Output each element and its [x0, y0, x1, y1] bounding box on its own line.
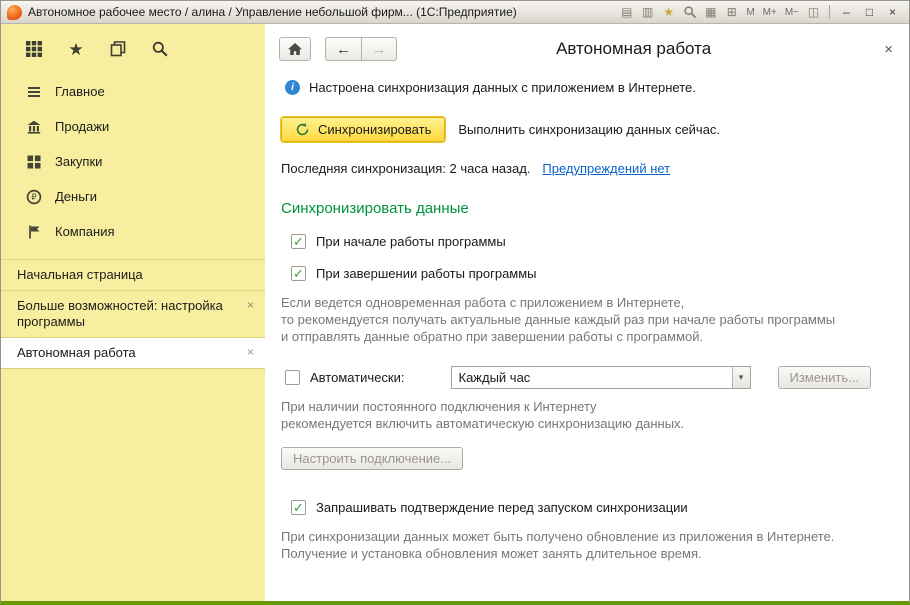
app-window: Автономное рабочее место / алина / Управ… — [0, 0, 910, 605]
sidebar-item-label: Закупки — [55, 154, 103, 169]
change-schedule-button[interactable]: Изменить... — [777, 366, 871, 389]
sync-interval-value: Каждый час — [458, 370, 531, 385]
configure-connection-button[interactable]: Настроить подключение... — [281, 447, 464, 470]
check-icon: ✓ — [293, 234, 304, 249]
synchronize-button-label: Синхронизировать — [318, 122, 432, 137]
tab-label: Начальная страница — [17, 267, 143, 282]
documents-icon[interactable]: ▤ — [617, 4, 636, 21]
sections-menu-icon[interactable] — [25, 40, 43, 58]
sidebar-item-label: Деньги — [55, 189, 97, 204]
sidebar-item-sales[interactable]: Продажи — [1, 109, 265, 144]
history-nav-group: ← → — [325, 37, 397, 61]
main-panel: ← → Автономная работа × i Настроена синх… — [265, 24, 909, 601]
home-button[interactable] — [279, 37, 311, 61]
sidebar-item-main[interactable]: Главное — [1, 74, 265, 109]
tab-label: Больше возможностей: настройка программы — [17, 298, 223, 329]
favorites-icon[interactable]: ★ — [659, 4, 678, 21]
tab-close-icon[interactable]: × — [244, 345, 257, 359]
sidebar-toolbar: ★ — [1, 24, 265, 74]
main-section-icon — [25, 84, 42, 100]
tab-offline-work[interactable]: Автономная работа × — [1, 337, 265, 369]
tab-more-features[interactable]: Больше возможностей: настройка программы… — [1, 290, 265, 337]
update-note: При синхронизации данных может быть полу… — [281, 529, 835, 561]
app-body: ★ Главное Продажи Закупки ₽ Деньги Компа… — [1, 24, 909, 601]
page-title: Автономная работа — [556, 39, 712, 58]
sync-interval-combobox[interactable]: Каждый час ▾ — [450, 366, 751, 389]
money-section-icon: ₽ — [25, 189, 42, 205]
sidebar-item-purchases[interactable]: Закупки — [1, 144, 265, 179]
panels-icon[interactable]: ◫ — [804, 4, 823, 21]
favorites-star-icon[interactable]: ★ — [67, 40, 85, 58]
sync-action-row: Синхронизировать Выполнить синхронизацию… — [281, 117, 897, 142]
tab-close-icon[interactable]: × — [244, 298, 257, 312]
calendar-icon[interactable]: ▦ — [701, 4, 720, 21]
combobox-dropdown-button[interactable]: ▾ — [731, 367, 750, 388]
titlebar: Автономное рабочее место / алина / Управ… — [1, 1, 909, 24]
last-sync-row: Последняя синхронизация: 2 часа назад. П… — [281, 161, 897, 176]
auto-sync-note: При наличии постоянного подключения к Ин… — [281, 399, 685, 431]
minimize-button[interactable]: – — [836, 4, 857, 21]
checkbox-row-sync-on-exit[interactable]: ✓ При завершении работы программы — [291, 266, 897, 281]
checkbox-label: При завершении работы программы — [316, 266, 537, 281]
simultaneous-work-note: Если ведется одновременная работа с прил… — [281, 295, 836, 344]
tab-start-page[interactable]: Начальная страница — [1, 259, 265, 290]
sync-info-text: Настроена синхронизация данных с приложе… — [309, 80, 696, 95]
memory-m-button[interactable]: M — [743, 7, 757, 18]
section-heading: Синхронизировать данные — [281, 200, 469, 217]
warnings-link[interactable]: Предупреждений нет — [542, 161, 670, 176]
auto-sync-row: Автоматически: Каждый час ▾ Изменить... — [285, 366, 897, 389]
form-header: ← → Автономная работа × — [279, 32, 897, 66]
sync-icon — [296, 123, 309, 136]
app-logo-icon — [7, 4, 22, 20]
sidebar-item-company[interactable]: Компания — [1, 214, 265, 249]
svg-text:₽: ₽ — [31, 193, 37, 203]
back-button[interactable]: ← — [325, 37, 361, 61]
checkbox-auto-sync[interactable] — [285, 370, 300, 385]
maximize-button[interactable]: □ — [859, 4, 880, 21]
check-icon: ✓ — [293, 500, 304, 515]
sync-info-row: i Настроена синхронизация данных с прило… — [285, 80, 897, 95]
sections-menu: Главное Продажи Закупки ₽ Деньги Компани… — [1, 74, 265, 249]
synchronize-button[interactable]: Синхронизировать — [281, 117, 446, 142]
checkbox-label: Автоматически: — [310, 370, 405, 385]
checkbox-row-sync-on-start[interactable]: ✓ При начале работы программы — [291, 234, 897, 249]
back-arrow-icon: ← — [336, 40, 351, 58]
sync-hint-text: Выполнить синхронизацию данных сейчас. — [458, 122, 721, 137]
tab-label: Автономная работа — [17, 345, 136, 360]
memory-m-plus-button[interactable]: M+ — [760, 7, 780, 18]
history-copy-icon[interactable] — [109, 40, 127, 58]
titlebar-separator — [829, 5, 830, 19]
search-icon[interactable] — [680, 4, 699, 21]
search-sidebar-icon[interactable] — [151, 40, 169, 58]
open-windows-tabs: Начальная страница Больше возможностей: … — [1, 259, 265, 369]
sidebar-item-label: Продажи — [55, 119, 110, 134]
close-window-button[interactable]: × — [882, 4, 903, 21]
info-icon: i — [285, 80, 300, 95]
forward-button[interactable]: → — [361, 37, 397, 61]
titlebar-toolbar: ▤ ▥ ★ ▦ ⊞ M M+ M− ◫ – □ × — [617, 4, 903, 21]
sidebar-item-label: Главное — [55, 84, 105, 99]
calculator-icon[interactable]: ⊞ — [722, 4, 741, 21]
purchases-section-icon — [25, 154, 42, 170]
sidebar-item-label: Компания — [55, 224, 115, 239]
window-title: Автономное рабочее место / алина / Управ… — [28, 5, 517, 19]
checkbox-sync-on-start[interactable]: ✓ — [291, 234, 306, 249]
last-sync-text: Последняя синхронизация: 2 часа назад. — [281, 161, 531, 176]
checkbox-sync-on-exit[interactable]: ✓ — [291, 266, 306, 281]
checkbox-label: Запрашивать подтверждение перед запуском… — [316, 500, 688, 515]
memory-m-minus-button[interactable]: M− — [782, 7, 802, 18]
sidebar-item-money[interactable]: ₽ Деньги — [1, 179, 265, 214]
form-close-button[interactable]: × — [880, 41, 897, 58]
sidebar: ★ Главное Продажи Закупки ₽ Деньги Компа… — [1, 24, 265, 601]
checkbox-row-confirm[interactable]: ✓ Запрашивать подтверждение перед запуск… — [291, 500, 897, 515]
checkbox-label: При начале работы программы — [316, 234, 506, 249]
check-icon: ✓ — [293, 266, 304, 281]
configure-row: Настроить подключение... — [281, 447, 897, 470]
checkbox-confirm-before-sync[interactable]: ✓ — [291, 500, 306, 515]
company-section-icon — [25, 224, 42, 240]
forward-arrow-icon: → — [371, 40, 387, 58]
print-icon[interactable]: ▥ — [638, 4, 657, 21]
sales-section-icon — [25, 119, 42, 135]
chevron-down-icon: ▾ — [738, 372, 744, 382]
